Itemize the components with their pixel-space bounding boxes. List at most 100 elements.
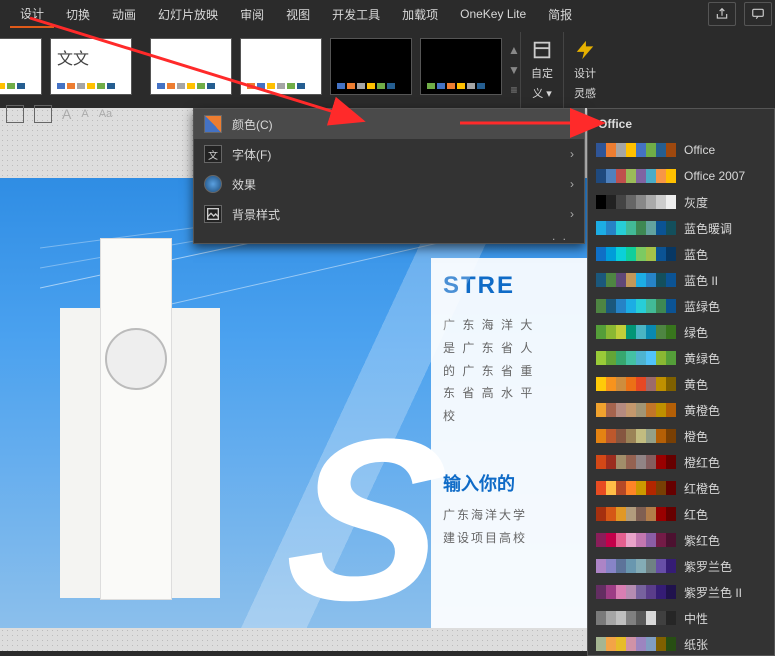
font-decrease-icon[interactable]: A (81, 108, 88, 120)
color-theme-row[interactable]: 红色 (588, 501, 774, 527)
design-ideas-icon (574, 39, 596, 61)
color-theme-row[interactable]: 紫红色 (588, 527, 774, 553)
tab-review[interactable]: 审阅 (230, 2, 274, 27)
color-swatches (596, 377, 676, 391)
color-theme-label: Office 2007 (684, 169, 745, 183)
font-increase-icon[interactable]: A (62, 106, 71, 122)
color-swatches (596, 247, 676, 261)
slide-desc2[interactable]: 广东海洋大学 建设项目高校 (443, 504, 599, 550)
color-theme-label: 蓝绿色 (684, 298, 720, 315)
ribbon-body: 文文 文文 ▲ ▼ ≡ 自定 义 ▾ 设计 灵感 (0, 28, 775, 113)
tab-developer[interactable]: 开发工具 (322, 2, 390, 27)
chevron-right-icon: › (570, 177, 574, 191)
more-dots-icon: . . (552, 229, 568, 243)
color-theme-label: 红橙色 (684, 480, 720, 497)
chevron-right-icon: › (570, 117, 574, 131)
color-theme-row[interactable]: 绿色 (588, 319, 774, 345)
color-theme-row[interactable]: 橙红色 (588, 449, 774, 475)
color-swatches (596, 221, 676, 235)
slide-text-panel: STRE 广 东 海 洋 大 是 广 东 省 人 的 广 东 省 重 东 省 高… (431, 258, 610, 628)
color-theme-label: 紫罗兰色 (684, 558, 732, 575)
tab-onekey[interactable]: OneKey Lite (450, 3, 536, 25)
variant-scroll-down[interactable]: ▼ (508, 63, 520, 77)
share-icon[interactable] (708, 2, 736, 26)
shape-icon[interactable] (34, 105, 52, 123)
color-swatches (596, 481, 676, 495)
design-ideas-label: 设计 (574, 65, 596, 81)
color-theme-label: 蓝色 II (684, 272, 718, 289)
color-theme-label: 纸张 (684, 636, 708, 653)
chevron-right-icon: › (570, 207, 574, 221)
palette-icon (204, 115, 222, 133)
color-swatches (596, 351, 676, 365)
font-icon: 文 (204, 145, 222, 163)
textbox-icon[interactable] (6, 105, 24, 123)
variant-more[interactable]: ≡ (510, 83, 517, 97)
color-theme-row[interactable]: 中性 (588, 605, 774, 631)
color-theme-row[interactable]: 纸张 (588, 631, 774, 656)
color-theme-row[interactable]: 灰度 (588, 189, 774, 215)
dropdown-colors-label: 颜色(C) (232, 116, 273, 133)
color-theme-row[interactable]: 蓝色 (588, 241, 774, 267)
tab-report[interactable]: 简报 (538, 2, 582, 27)
color-theme-row[interactable]: 黄绿色 (588, 345, 774, 371)
color-theme-label: 紫罗兰色 II (684, 584, 742, 601)
dropdown-fonts[interactable]: 文 字体(F) › (194, 139, 584, 169)
slide-title[interactable]: STRE (443, 272, 599, 300)
color-theme-label: 中性 (684, 610, 708, 627)
customize-group[interactable]: 自定 义 ▾ (520, 32, 563, 108)
dropdown-colors[interactable]: 颜色(C) › (194, 109, 584, 139)
color-theme-row[interactable]: 红橙色 (588, 475, 774, 501)
color-theme-label: 黄绿色 (684, 350, 720, 367)
chevron-right-icon: › (570, 147, 574, 161)
page-setup-icon (531, 39, 553, 61)
tab-transition[interactable]: 切换 (56, 2, 100, 27)
color-swatches (596, 585, 676, 599)
color-theme-label: 蓝色暖调 (684, 220, 732, 237)
color-theme-row[interactable]: 蓝色 II (588, 267, 774, 293)
color-theme-row[interactable]: 紫罗兰色 II (588, 579, 774, 605)
dropdown-more[interactable]: . . (194, 229, 584, 243)
color-theme-label: 橙色 (684, 428, 708, 445)
color-swatches (596, 429, 676, 443)
color-theme-row[interactable]: Office 2007 (588, 163, 774, 189)
color-theme-label: Office (684, 143, 715, 157)
variant-thumb-3[interactable] (330, 38, 412, 95)
formatting-subbar: A A Aa (0, 102, 196, 126)
comment-icon[interactable] (744, 2, 772, 26)
color-theme-row[interactable]: 黄橙色 (588, 397, 774, 423)
tab-addins[interactable]: 加载项 (392, 2, 448, 27)
theme-thumb-1[interactable]: 文文 (0, 38, 42, 95)
color-theme-label: 蓝色 (684, 246, 708, 263)
design-ideas-group[interactable]: 设计 灵感 (563, 32, 606, 108)
color-theme-row[interactable]: 紫罗兰色 (588, 553, 774, 579)
color-theme-row[interactable]: 蓝色暖调 (588, 215, 774, 241)
font-style-icon[interactable]: Aa (99, 108, 112, 120)
slide-title2[interactable]: 输入你的 (443, 470, 599, 496)
dropdown-effects[interactable]: 效果 › (194, 169, 584, 199)
tab-animation[interactable]: 动画 (102, 2, 146, 27)
variant-thumb-2[interactable] (240, 38, 322, 95)
dropdown-background[interactable]: 背景样式 › (194, 199, 584, 229)
color-theme-row[interactable]: Office (588, 137, 774, 163)
variant-scroll-up[interactable]: ▲ (508, 43, 520, 57)
color-swatches (596, 325, 676, 339)
color-swatches (596, 455, 676, 469)
variant-dropdown: 颜色(C) › 文 字体(F) › 效果 › 背景样式 › . . (193, 108, 585, 244)
slide-canvas[interactable]: S STRE 广 东 海 洋 大 是 广 东 省 人 的 广 东 省 重 东 省… (0, 178, 610, 628)
color-swatches (596, 611, 676, 625)
variant-thumb-1[interactable] (150, 38, 232, 95)
tab-slideshow[interactable]: 幻灯片放映 (148, 2, 228, 27)
theme-sample-text: 文文 (57, 45, 89, 69)
slide-desc1[interactable]: 广 东 海 洋 大 是 广 东 省 人 的 广 东 省 重 东 省 高 水 平 … (443, 314, 599, 428)
variant-thumb-4[interactable] (420, 38, 502, 95)
color-theme-label: 黄橙色 (684, 402, 720, 419)
customize-label: 自定 (531, 65, 553, 81)
theme-thumb-2[interactable]: 文文 (50, 38, 132, 95)
tab-view[interactable]: 视图 (276, 2, 320, 27)
color-theme-row[interactable]: 橙色 (588, 423, 774, 449)
color-swatches (596, 273, 676, 287)
color-theme-row[interactable]: 蓝绿色 (588, 293, 774, 319)
tab-design[interactable]: 设计 (10, 1, 54, 28)
color-theme-row[interactable]: 黄色 (588, 371, 774, 397)
